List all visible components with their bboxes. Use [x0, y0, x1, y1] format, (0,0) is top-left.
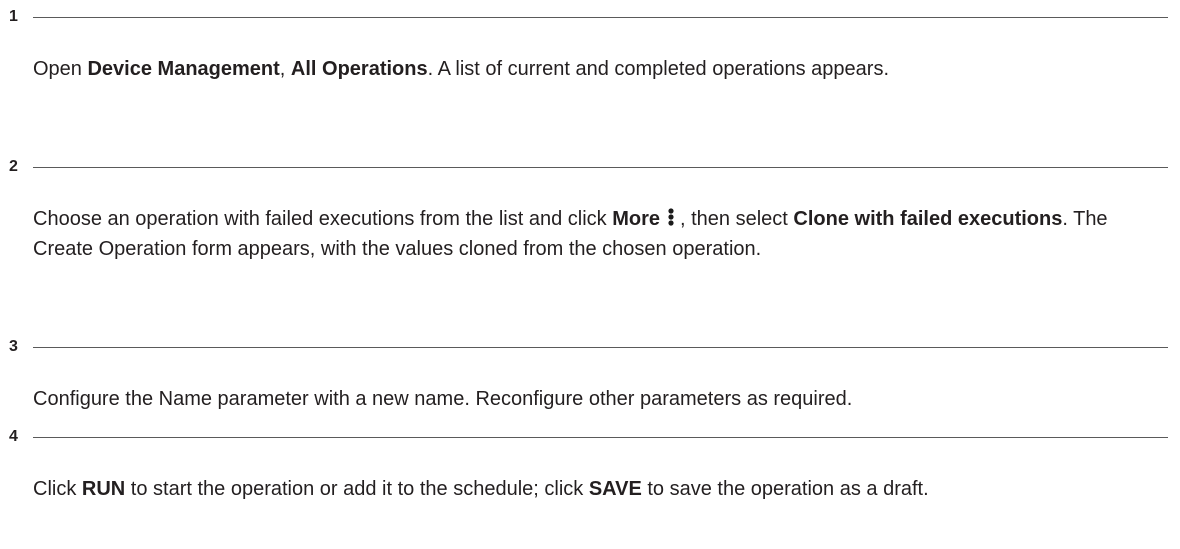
step-header: 2 — [0, 157, 1180, 177]
step-number: 3 — [9, 338, 18, 355]
step-text-run: Open — [33, 58, 88, 80]
step-text-run: Choose an operation with failed executio… — [33, 208, 613, 230]
step-text-run: , then select — [680, 208, 794, 230]
step-divider — [33, 347, 1168, 348]
step-emphasis: SAVE — [588, 478, 642, 500]
step-number: 4 — [9, 428, 18, 445]
step-text-run: Click — [33, 478, 82, 500]
step-text: Click RUN to start the operation or add … — [33, 474, 1153, 504]
step-emphasis: More — [612, 208, 660, 230]
step-text-run: to save the operation as a draft. — [641, 478, 929, 500]
step-divider — [33, 17, 1168, 18]
step-header: 1 — [0, 7, 1180, 27]
step-text: Configure the Name parameter with a new … — [33, 384, 1153, 414]
step-emphasis: RUN — [81, 478, 126, 500]
step-text-run: , — [279, 58, 291, 80]
step-divider — [33, 437, 1168, 438]
step-divider — [33, 167, 1168, 168]
step-text-run: . A list of current and completed operat… — [427, 58, 889, 80]
step-emphasis: Device Management — [87, 58, 280, 80]
step-text-run: Configure the Name parameter with a new … — [33, 388, 853, 410]
step-number: 1 — [9, 8, 18, 25]
more-vertical-icon — [668, 208, 674, 226]
step-text: Open Device Management, All Operations. … — [33, 54, 1153, 84]
step-text: Choose an operation with failed executio… — [33, 204, 1153, 264]
step-number: 2 — [9, 158, 18, 175]
step-text-run: to start the operation or add it to the … — [125, 478, 589, 500]
procedure-steps: 1 Open Device Management, All Operations… — [0, 0, 1180, 549]
step-emphasis: All Operations — [290, 58, 428, 80]
step-header: 3 — [0, 337, 1180, 357]
step-header: 4 — [0, 427, 1180, 447]
step-emphasis: Clone with failed executions — [793, 208, 1063, 230]
